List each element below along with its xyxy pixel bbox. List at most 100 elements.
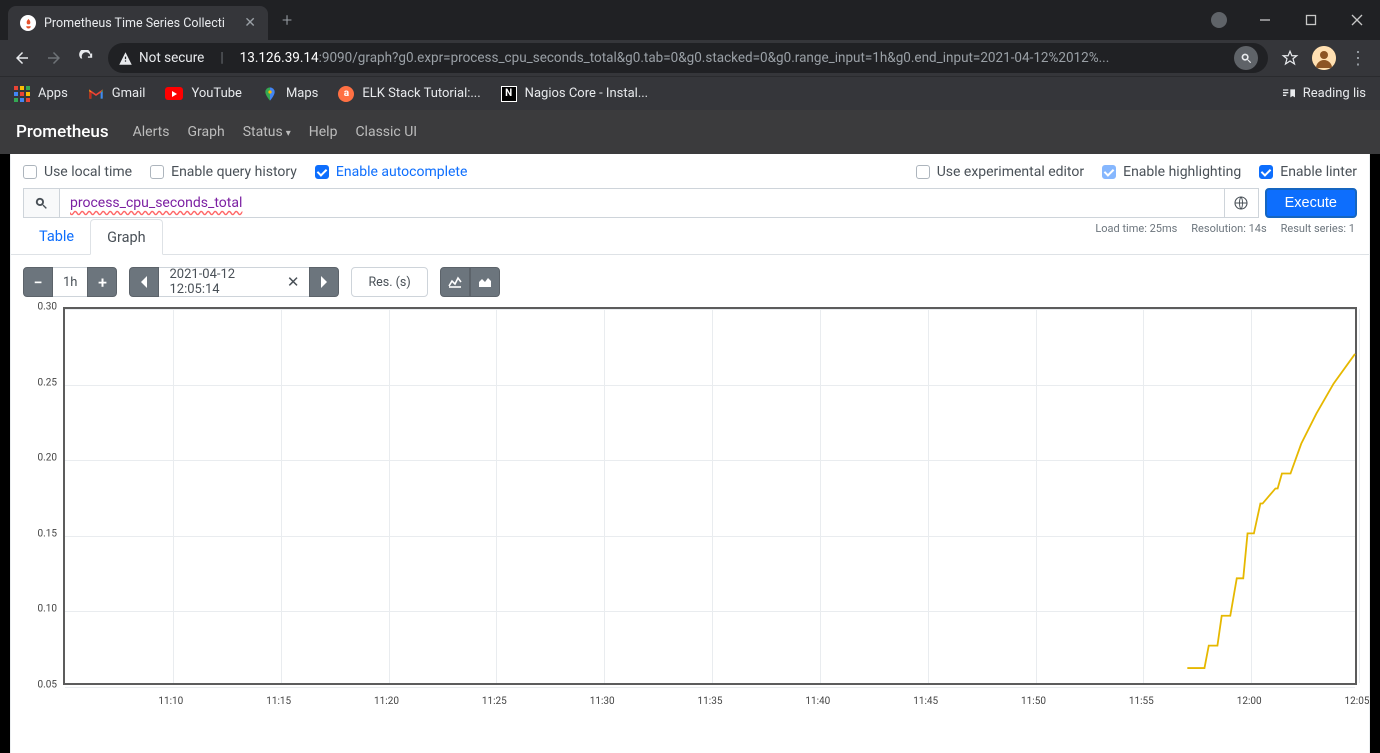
forward-button[interactable] <box>40 44 68 72</box>
y-tick: 0.20 <box>23 453 57 464</box>
endtime-input[interactable]: 2021-04-12 12:05:14✕ <box>159 267 309 297</box>
execute-button[interactable]: Execute <box>1265 188 1357 218</box>
meta-resolution: Resolution: 14s <box>1191 222 1266 235</box>
bookmarks-bar: Apps Gmail YouTube Maps a ELK Stack Tuto… <box>0 76 1380 110</box>
y-tick: 0.30 <box>23 302 57 313</box>
range-input[interactable]: 1h <box>53 267 87 297</box>
chart-type-line[interactable] <box>440 267 470 297</box>
address-bar[interactable]: Not secure | 13.126.39.14:9090/graph?g0.… <box>108 43 1268 73</box>
x-tick: 11:15 <box>266 696 291 707</box>
x-tick: 12:00 <box>1237 696 1262 707</box>
nagios-icon: N <box>501 86 517 102</box>
y-tick: 0.10 <box>23 604 57 615</box>
expression-input[interactable]: process_cpu_seconds_total <box>59 188 1225 218</box>
reading-list-button[interactable]: Reading lis <box>1281 86 1366 102</box>
nav-graph[interactable]: Graph <box>187 124 224 140</box>
time-next[interactable] <box>309 267 339 297</box>
reload-button[interactable] <box>72 44 100 72</box>
browser-tabstrip: Prometheus Time Series Collecti ✕ + <box>0 0 1380 40</box>
nav-alerts[interactable]: Alerts <box>133 124 170 140</box>
chart-plot[interactable] <box>63 307 1357 685</box>
graph-controls: − 1h + 2021-04-12 12:05:14✕ Res. (s) <box>11 255 1369 303</box>
elk-bookmark[interactable]: a ELK Stack Tutorial:... <box>338 86 480 102</box>
globe-icon <box>1233 195 1249 211</box>
opt-experimental-editor[interactable]: Use experimental editor <box>916 164 1084 180</box>
y-tick: 0.15 <box>23 528 57 539</box>
account-circle-icon[interactable] <box>1196 0 1242 40</box>
search-icon <box>34 196 49 211</box>
endtime-group: 2021-04-12 12:05:14✕ <box>129 267 339 297</box>
chart-area: 0.050.100.150.200.250.3011:1011:1511:201… <box>23 307 1357 707</box>
close-icon[interactable]: ✕ <box>244 15 256 31</box>
browser-tab[interactable]: Prometheus Time Series Collecti ✕ <box>8 6 268 40</box>
chevron-left-icon <box>139 276 149 288</box>
meta-load-time: Load time: 25ms <box>1095 222 1177 235</box>
metrics-explorer-button[interactable] <box>23 188 59 218</box>
tab-table[interactable]: Table <box>23 219 90 254</box>
line-chart-icon <box>448 276 462 288</box>
profile-avatar[interactable] <box>1312 46 1336 70</box>
not-secure-badge: Not secure <box>118 50 204 66</box>
x-tick: 11:55 <box>1129 696 1154 707</box>
options-row: Use local time Enable query history Enab… <box>11 154 1369 188</box>
query-row: process_cpu_seconds_total Execute <box>11 188 1369 218</box>
opt-enable-linter[interactable]: Enable linter <box>1259 164 1357 180</box>
series-line <box>65 309 1355 683</box>
apps-grid-icon <box>14 86 30 102</box>
prometheus-brand[interactable]: Prometheus <box>16 122 109 142</box>
gmail-icon <box>88 88 104 100</box>
range-decrease[interactable]: − <box>23 267 53 297</box>
x-tick: 11:30 <box>590 696 615 707</box>
chevron-right-icon <box>319 276 329 288</box>
x-tick: 11:20 <box>374 696 399 707</box>
resolution-input[interactable]: Res. (s) <box>351 267 427 297</box>
nav-classic[interactable]: Classic UI <box>355 124 417 140</box>
clear-endtime-icon[interactable]: ✕ <box>287 273 300 291</box>
gmail-bookmark[interactable]: Gmail <box>88 86 146 101</box>
range-group: − 1h + <box>23 267 117 297</box>
page-content: Use local time Enable query history Enab… <box>10 154 1370 753</box>
window-controls <box>1196 0 1380 40</box>
y-tick: 0.25 <box>23 377 57 388</box>
url-text: 13.126.39.14:9090/graph?g0.expr=process_… <box>240 50 1110 66</box>
prometheus-navbar: Prometheus Alerts Graph Status▾ Help Cla… <box>0 110 1380 154</box>
elk-icon: a <box>338 86 354 102</box>
y-tick: 0.05 <box>23 680 57 691</box>
x-tick: 11:10 <box>158 696 183 707</box>
opt-enable-autocomplete[interactable]: Enable autocomplete <box>315 164 468 180</box>
search-icon[interactable] <box>1234 46 1258 70</box>
globe-button[interactable] <box>1225 188 1259 218</box>
x-tick: 11:40 <box>805 696 830 707</box>
tab-title: Prometheus Time Series Collecti <box>44 16 236 31</box>
maps-bookmark[interactable]: Maps <box>262 86 318 102</box>
window-maximize[interactable] <box>1288 0 1334 40</box>
browser-toolbar: Not secure | 13.126.39.14:9090/graph?g0.… <box>0 40 1380 76</box>
nagios-bookmark[interactable]: N Nagios Core - Instal... <box>501 86 648 102</box>
opt-enable-query-history[interactable]: Enable query history <box>150 164 297 180</box>
x-tick: 12:05 <box>1345 696 1370 707</box>
opt-use-local-time[interactable]: Use local time <box>23 164 132 180</box>
back-button[interactable] <box>8 44 36 72</box>
new-tab-button[interactable]: + <box>268 10 306 31</box>
nav-help[interactable]: Help <box>309 124 338 140</box>
nav-status[interactable]: Status▾ <box>243 124 291 140</box>
youtube-icon <box>165 87 183 100</box>
apps-shortcut[interactable]: Apps <box>14 86 68 102</box>
opt-enable-highlighting[interactable]: Enable highlighting <box>1102 164 1241 180</box>
youtube-bookmark[interactable]: YouTube <box>165 86 242 101</box>
window-close[interactable] <box>1334 0 1380 40</box>
prometheus-favicon <box>20 15 36 31</box>
maps-icon <box>262 86 278 102</box>
kebab-menu-icon[interactable]: ⋮ <box>1344 44 1372 72</box>
window-minimize[interactable] <box>1242 0 1288 40</box>
tab-graph[interactable]: Graph <box>90 219 163 255</box>
star-icon[interactable] <box>1276 44 1304 72</box>
x-tick: 11:25 <box>482 696 507 707</box>
range-increase[interactable]: + <box>87 267 117 297</box>
area-chart-icon <box>478 276 492 288</box>
chart-type-stacked[interactable] <box>470 267 500 297</box>
time-prev[interactable] <box>129 267 159 297</box>
x-tick: 11:45 <box>913 696 938 707</box>
meta-result-series: Result series: 1 <box>1281 222 1355 235</box>
chart-type-group <box>440 267 500 297</box>
